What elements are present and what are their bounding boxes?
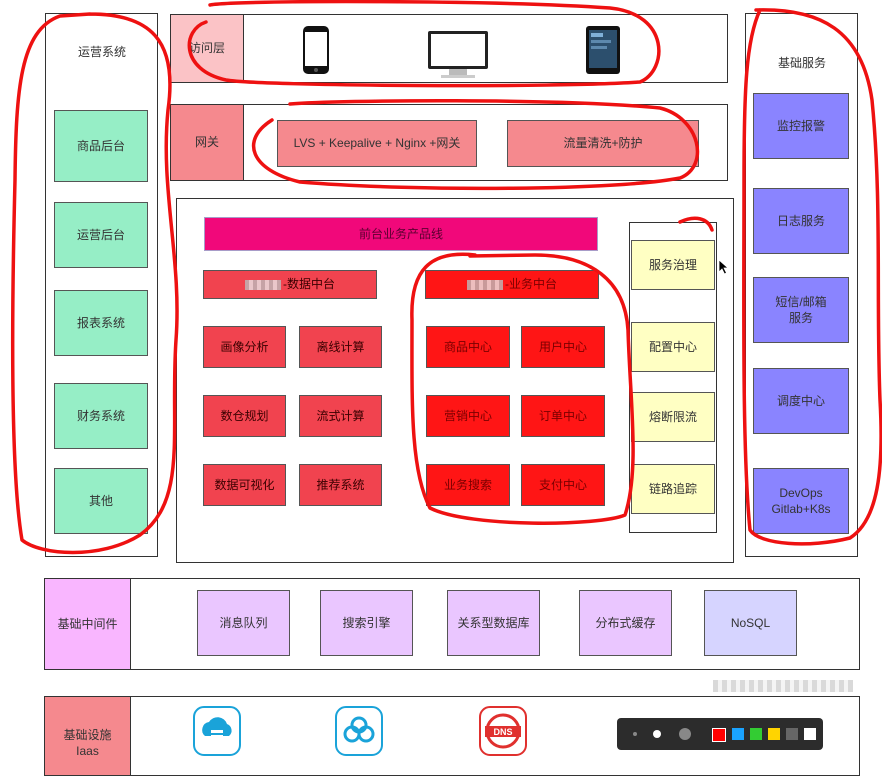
- color-swatch-red[interactable]: [712, 728, 726, 742]
- color-swatch-blue[interactable]: [732, 728, 744, 740]
- svc-sms-mail[interactable]: 短信/邮箱服务: [753, 277, 849, 343]
- data-item-stream[interactable]: 流式计算: [299, 395, 382, 437]
- data-item-recommend[interactable]: 推荐系统: [299, 464, 382, 506]
- gov-circuit-breaker[interactable]: 熔断限流: [631, 392, 715, 442]
- cloud-network-icon: [335, 706, 383, 756]
- infra-label-text: 基础设施 Iaas: [63, 728, 112, 759]
- dns-icon: DNS: [479, 706, 527, 756]
- svc-monitor-alarm[interactable]: 监控报警: [753, 93, 849, 159]
- access-layer-label: 访问层: [170, 14, 244, 83]
- gov-tracing[interactable]: 链路追踪: [631, 464, 715, 514]
- biz-item-order[interactable]: 订单中心: [521, 395, 605, 437]
- data-platform-title: -数据中台: [203, 270, 377, 299]
- biz-item-user[interactable]: 用户中心: [521, 326, 605, 368]
- svc-devops-label: DevOps Gitlab+K8s: [771, 485, 831, 516]
- data-item-visualization[interactable]: 数据可视化: [203, 464, 286, 506]
- color-swatch-yellow[interactable]: [768, 728, 780, 740]
- monitor-icon: [428, 31, 488, 78]
- ops-item-other[interactable]: 其他: [54, 468, 148, 534]
- base-services-title: 基础服务: [778, 56, 827, 70]
- gateway-traffic-cleaning[interactable]: 流量清洗+防护: [507, 120, 699, 167]
- tablet-icon: [586, 26, 620, 74]
- pen-size-large-button[interactable]: [679, 728, 691, 740]
- color-swatch-green[interactable]: [750, 728, 762, 740]
- ops-item-report[interactable]: 报表系统: [54, 290, 148, 356]
- biz-item-marketing[interactable]: 营销中心: [426, 395, 510, 437]
- ops-item-ops-admin[interactable]: 运营后台: [54, 202, 148, 268]
- svc-scheduler[interactable]: 调度中心: [753, 368, 849, 434]
- color-swatch-gray[interactable]: [786, 728, 798, 740]
- frontline-product-bar[interactable]: 前台业务产品线: [204, 217, 598, 251]
- blurred-text: [467, 279, 503, 290]
- gov-service-governance[interactable]: 服务治理: [631, 240, 715, 290]
- mw-relational-db[interactable]: 关系型数据库: [447, 590, 540, 656]
- gateway-label: 网关: [170, 104, 244, 181]
- data-item-warehouse[interactable]: 数仓规划: [203, 395, 286, 437]
- pen-size-small-button[interactable]: [633, 732, 637, 736]
- mw-distributed-cache[interactable]: 分布式缓存: [579, 590, 672, 656]
- biz-item-search[interactable]: 业务搜索: [426, 464, 510, 506]
- svc-log[interactable]: 日志服务: [753, 188, 849, 254]
- middleware-label: 基础中间件: [44, 578, 131, 670]
- svg-text:DNS: DNS: [493, 727, 512, 737]
- ops-item-finance[interactable]: 财务系统: [54, 383, 148, 449]
- biz-item-goods[interactable]: 商品中心: [426, 326, 510, 368]
- annotation-toolbar[interactable]: [617, 718, 823, 750]
- mw-message-queue[interactable]: 消息队列: [197, 590, 290, 656]
- biz-item-payment[interactable]: 支付中心: [521, 464, 605, 506]
- color-swatch-white[interactable]: [804, 728, 816, 740]
- ops-system-title: 运营系统: [78, 45, 127, 59]
- ops-item-goods-admin[interactable]: 商品后台: [54, 110, 148, 182]
- gov-config-center[interactable]: 配置中心: [631, 322, 715, 372]
- data-item-offline[interactable]: 离线计算: [299, 326, 382, 368]
- mw-search-engine[interactable]: 搜索引擎: [320, 590, 413, 656]
- gateway-lvs-nginx[interactable]: LVS + Keepalive + Nginx +网关: [277, 120, 477, 167]
- pen-size-medium-button[interactable]: [653, 730, 661, 738]
- phone-icon: [303, 26, 329, 74]
- mw-nosql[interactable]: NoSQL: [704, 590, 797, 656]
- blurred-watermark: [713, 680, 853, 692]
- biz-platform-title: -业务中台: [425, 270, 599, 299]
- infra-label: 基础设施 Iaas: [44, 696, 131, 776]
- data-item-portrait[interactable]: 画像分析: [203, 326, 286, 368]
- svc-devops[interactable]: DevOps Gitlab+K8s: [753, 468, 849, 534]
- mouse-cursor-icon: [718, 259, 730, 275]
- blurred-text: [245, 279, 281, 290]
- svc-sms-mail-label: 短信/邮箱服务: [775, 294, 827, 325]
- cloud-storage-icon: [193, 706, 241, 756]
